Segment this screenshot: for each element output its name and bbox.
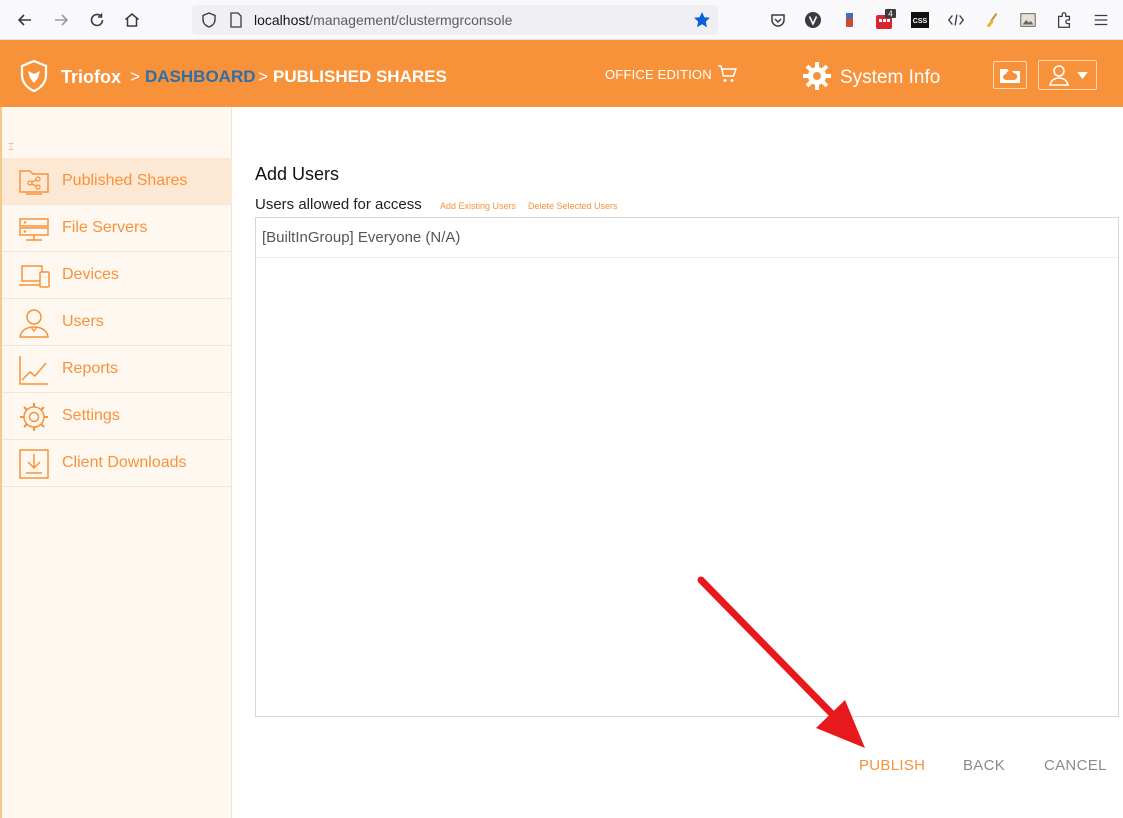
sidebar-collapse-icon[interactable]: ⌶ [8,142,14,153]
download-icon [19,449,49,479]
devices-icon [19,265,50,288]
sidebar-item-label: Users [62,313,104,330]
sidebar: ⌶ Published Shares File Servers Devices [0,107,232,818]
users-allowed-label: Users allowed for access [255,196,422,213]
publish-button[interactable]: PUBLISH [859,757,925,774]
system-info-gear-icon[interactable] [803,62,831,90]
sidebar-item-settings[interactable]: Settings [2,393,232,440]
breadcrumb-dashboard-link[interactable]: DASHBOARD [145,67,256,87]
badge-extension-icon[interactable]: 4 [874,9,896,31]
add-existing-users-link[interactable]: Add Existing Users [440,201,516,211]
edition-label: OFFICE EDITION [605,67,712,82]
page-title: Add Users [255,164,340,184]
cloud-folder-button[interactable] [993,61,1027,89]
app-header: Triofox > DASHBOARD > PUBLISHED SHARES O… [0,40,1123,107]
user-menu-button[interactable] [1038,60,1097,90]
cancel-button[interactable]: CANCEL [1044,757,1107,774]
gear-icon [20,403,48,431]
forward-arrow-icon[interactable] [49,8,73,32]
puzzle-icon[interactable] [1053,9,1075,31]
sidebar-item-label: File Servers [62,219,148,236]
breadcrumb-current: PUBLISHED SHARES [273,67,447,86]
share-folder-icon [19,170,49,195]
system-info-label[interactable]: System Info [840,67,940,89]
back-arrow-icon[interactable] [13,8,37,32]
home-icon[interactable] [120,8,144,32]
delete-selected-users-link[interactable]: Delete Selected Users [528,201,618,211]
triofox-logo-icon[interactable] [20,60,48,92]
breadcrumb-separator: > [258,67,268,86]
svg-text:4: 4 [888,10,893,19]
shield-icon[interactable] [200,11,218,29]
sidebar-item-users[interactable]: Users [2,299,232,346]
cart-icon[interactable] [717,64,737,84]
sidebar-item-client-downloads[interactable]: Client Downloads [2,440,232,487]
browser-toolbar: localhost/management/clustermgrconsole 4… [0,0,1123,40]
css-extension-icon[interactable]: CSS [909,9,931,31]
address-bar[interactable]: localhost/management/clustermgrconsole [192,5,718,35]
breadcrumb-separator: > [130,67,140,86]
reload-icon[interactable] [85,8,109,32]
url-text[interactable]: localhost/management/clustermgrconsole [254,12,512,28]
sidebar-item-published-shares[interactable]: Published Shares [2,158,232,205]
battery-extension-icon[interactable] [838,9,860,31]
sidebar-item-devices[interactable]: Devices [2,252,232,299]
sidebar-item-file-servers[interactable]: File Servers [2,205,232,252]
broom-icon[interactable] [981,9,1003,31]
sidebar-item-label: Reports [62,360,119,377]
brand-name[interactable]: Triofox [61,67,121,88]
sidebar-item-label: Published Shares [62,172,188,189]
sidebar-item-reports[interactable]: Reports [2,346,232,393]
cloud-folder-icon [1000,69,1020,83]
bookmark-star-icon[interactable] [692,10,712,30]
server-icon [19,218,49,241]
pocket-icon[interactable] [767,9,789,31]
sidebar-item-label: Client Downloads [62,454,187,471]
image-extension-icon[interactable] [1017,9,1039,31]
user-icon [1049,65,1069,86]
menu-icon[interactable] [1090,9,1112,31]
list-item[interactable]: [BuiltInGroup] Everyone (N/A) [256,218,1118,258]
users-list[interactable]: [BuiltInGroup] Everyone (N/A) [255,217,1119,717]
svg-text:CSS: CSS [913,18,928,25]
v-extension-icon[interactable] [802,9,824,31]
user-icon [19,309,49,338]
chart-icon [19,356,48,385]
caret-down-icon [1077,71,1088,79]
sidebar-item-label: Devices [62,266,119,283]
back-button[interactable]: BACK [963,757,1005,774]
code-icon[interactable] [945,9,967,31]
page-icon [230,12,242,28]
sidebar-item-label: Settings [62,407,120,424]
